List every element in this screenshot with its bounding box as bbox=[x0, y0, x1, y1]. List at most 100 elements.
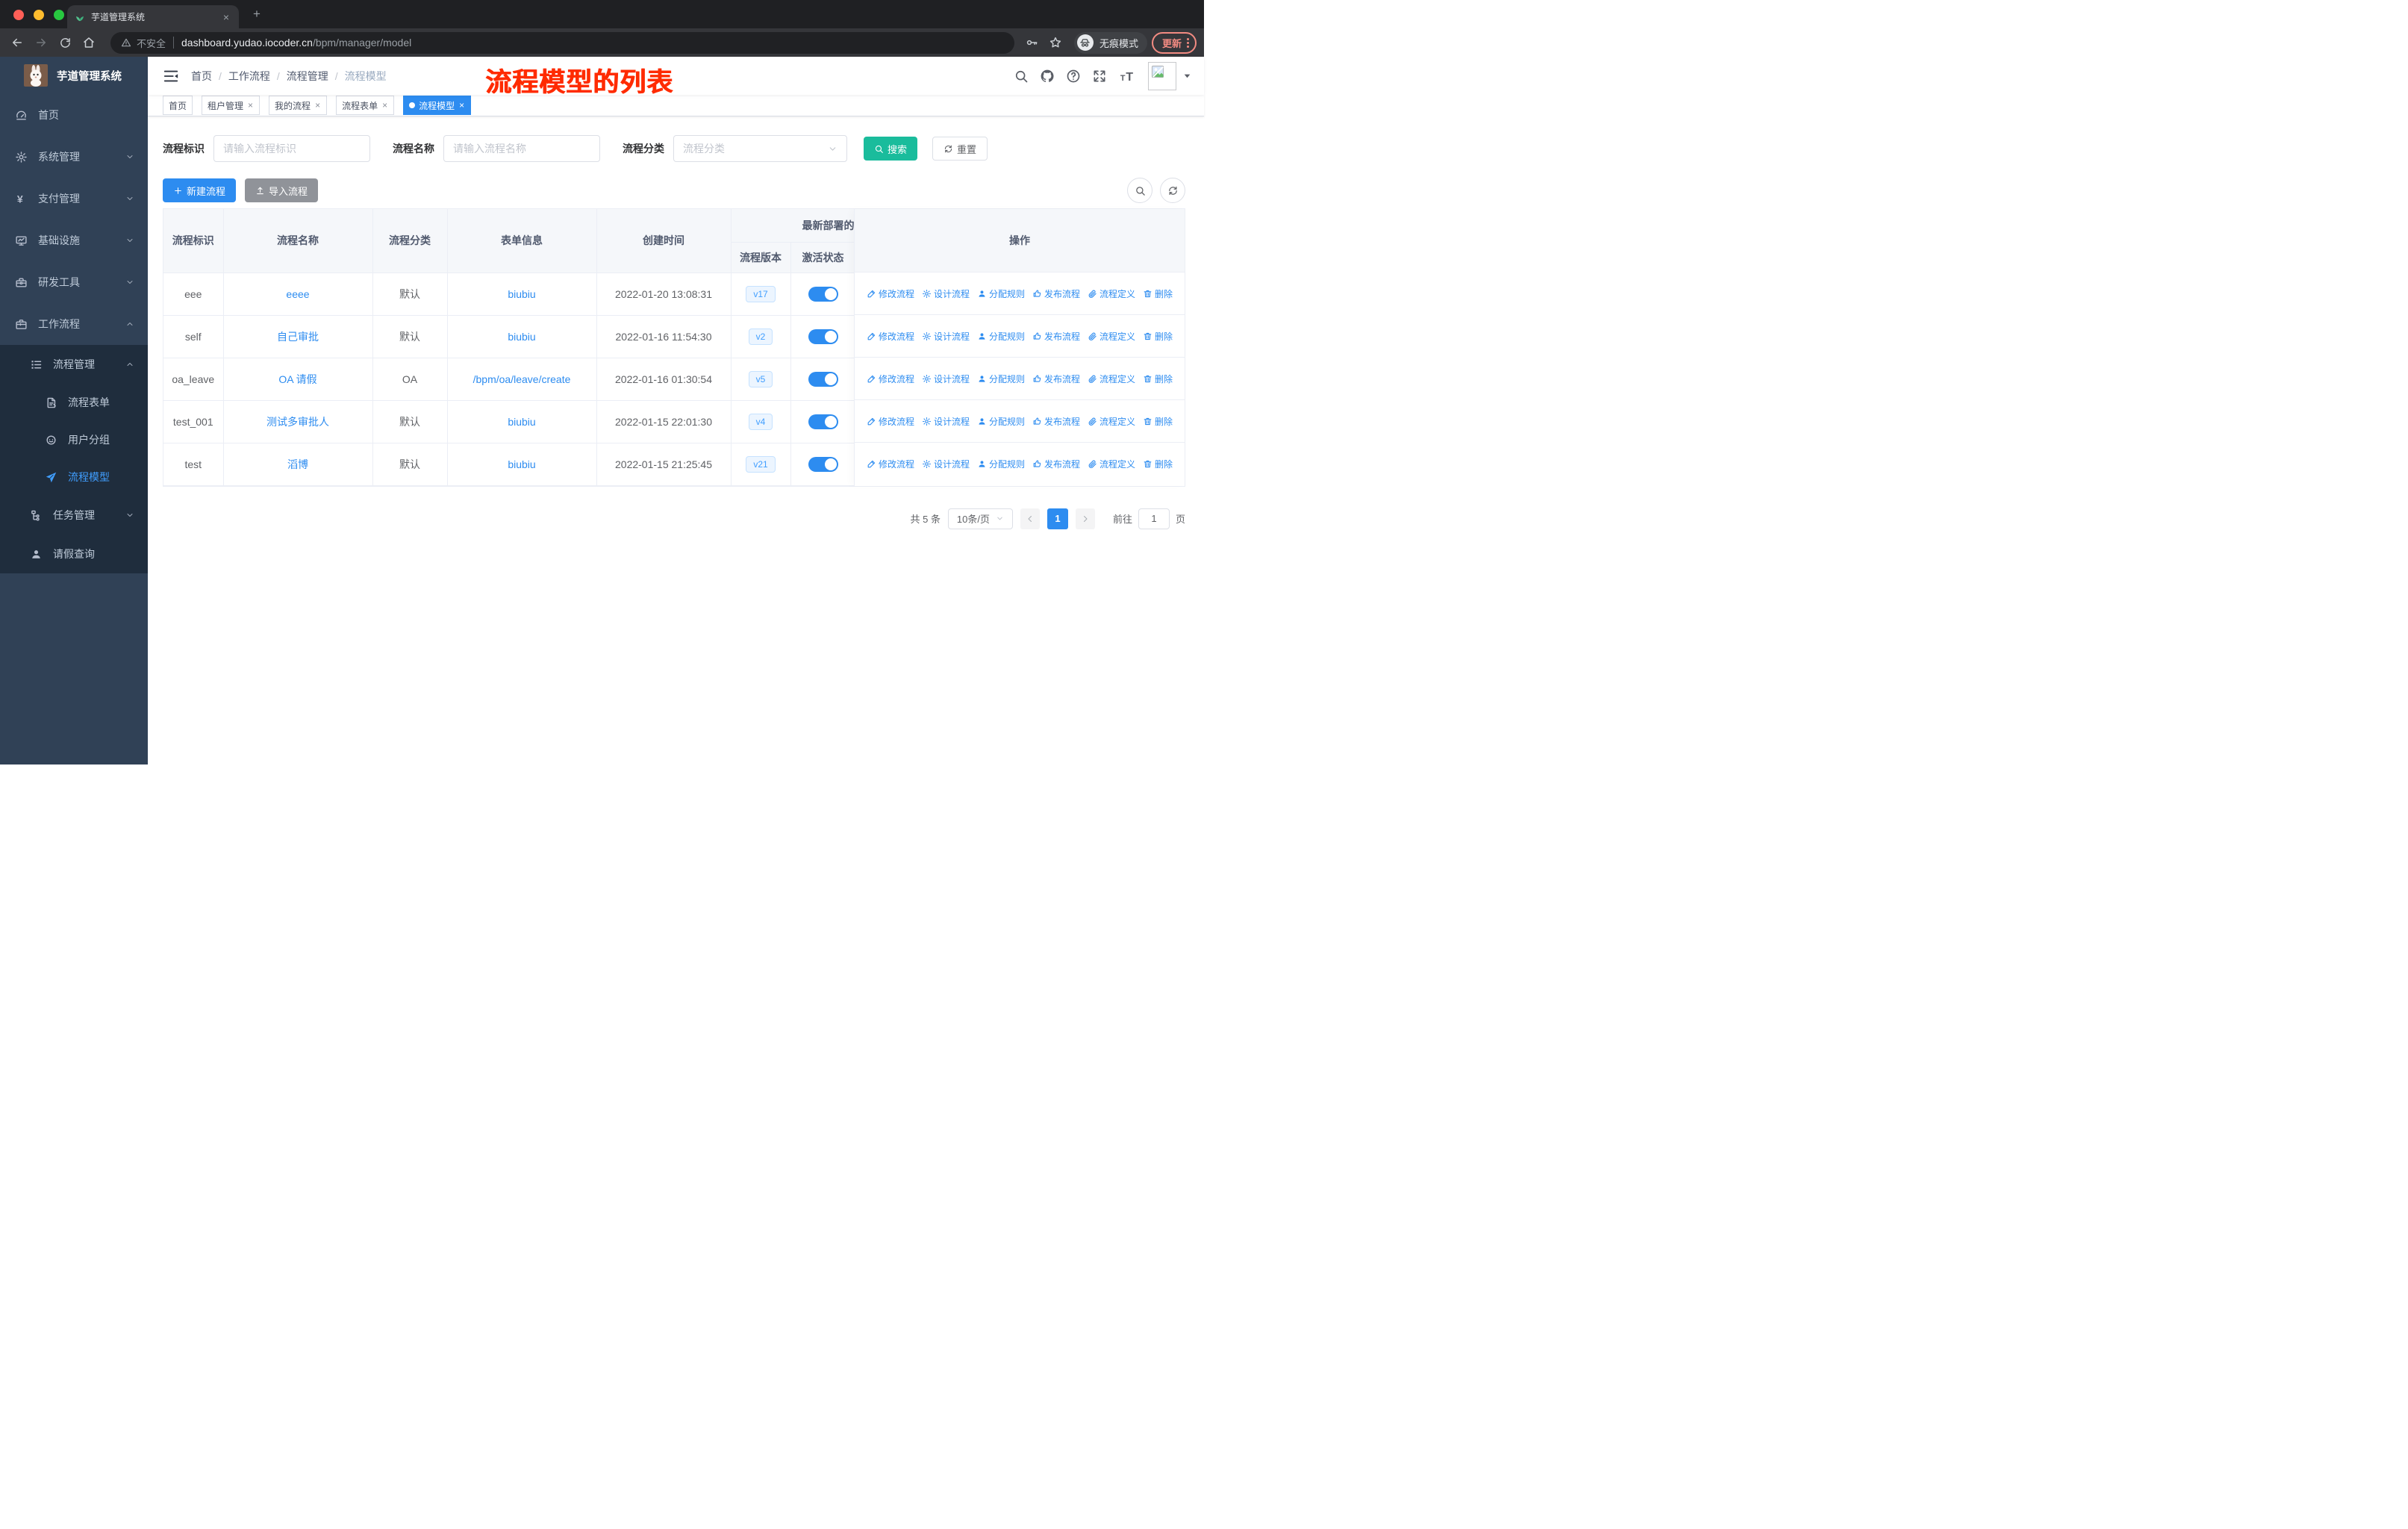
version-badge[interactable]: v21 bbox=[746, 455, 776, 473]
tag-close-icon[interactable]: × bbox=[247, 100, 254, 110]
process-definition-link[interactable]: 流程定义 bbox=[1088, 287, 1135, 300]
prev-page-button[interactable] bbox=[1020, 508, 1040, 529]
edit-process-link[interactable]: 修改流程 bbox=[867, 415, 914, 428]
publish-process-link[interactable]: 发布流程 bbox=[1032, 330, 1080, 343]
tag-tenant[interactable]: 租户管理 × bbox=[202, 96, 261, 115]
publish-process-link[interactable]: 发布流程 bbox=[1032, 287, 1080, 300]
next-page-button[interactable] bbox=[1075, 508, 1095, 529]
breadcrumb-process-mgmt[interactable]: 流程管理 bbox=[287, 69, 328, 84]
active-toggle[interactable] bbox=[808, 456, 838, 472]
process-name-link[interactable]: eeee bbox=[286, 288, 309, 300]
avatar[interactable] bbox=[1148, 61, 1176, 90]
goto-page-input[interactable] bbox=[1138, 508, 1170, 529]
publish-process-link[interactable]: 发布流程 bbox=[1032, 415, 1080, 428]
edit-process-link[interactable]: 修改流程 bbox=[867, 330, 914, 343]
sidebar-item-infra[interactable]: 基础设施 bbox=[0, 219, 148, 261]
assign-rule-link[interactable]: 分配规则 bbox=[977, 330, 1025, 343]
sidebar-item-process-mgmt[interactable]: 流程管理 bbox=[0, 345, 148, 384]
tag-my-process[interactable]: 我的流程 × bbox=[269, 96, 328, 115]
tag-close-icon[interactable]: × bbox=[381, 100, 388, 110]
sidebar-item-system[interactable]: 系统管理 bbox=[0, 136, 148, 178]
process-id-input[interactable] bbox=[213, 135, 370, 162]
process-name-link[interactable]: 滔博 bbox=[287, 458, 308, 470]
delete-link[interactable]: 删除 bbox=[1143, 330, 1173, 343]
search-button[interactable]: 搜索 bbox=[864, 137, 918, 161]
edit-process-link[interactable]: 修改流程 bbox=[867, 458, 914, 470]
sidebar-item-process-model[interactable]: 流程模型 bbox=[0, 458, 148, 496]
sidebar-logo[interactable]: 芋道管理系统 bbox=[0, 57, 148, 94]
forward-button[interactable] bbox=[31, 33, 51, 52]
form-info-link[interactable]: /bpm/oa/leave/create bbox=[473, 373, 571, 385]
window-controls[interactable] bbox=[13, 10, 64, 20]
publish-process-link[interactable]: 发布流程 bbox=[1032, 373, 1080, 385]
tag-close-icon[interactable]: × bbox=[458, 100, 465, 110]
tag-process-form[interactable]: 流程表单 × bbox=[336, 96, 395, 115]
design-process-link[interactable]: 设计流程 bbox=[922, 373, 970, 385]
tab-close-icon[interactable]: × bbox=[221, 11, 231, 23]
tag-close-icon[interactable]: × bbox=[314, 100, 321, 110]
process-name-input[interactable] bbox=[443, 135, 600, 162]
window-minimize-button[interactable] bbox=[34, 10, 44, 20]
sidebar-item-devtools[interactable]: 研发工具 bbox=[0, 261, 148, 303]
import-process-button[interactable]: 导入流程 bbox=[245, 178, 319, 202]
process-name-link[interactable]: 测试多审批人 bbox=[266, 416, 329, 428]
current-page-button[interactable]: 1 bbox=[1047, 508, 1068, 529]
version-badge[interactable]: v4 bbox=[748, 413, 773, 430]
active-toggle[interactable] bbox=[808, 371, 838, 387]
tag-process-model[interactable]: 流程模型 × bbox=[403, 96, 472, 115]
design-process-link[interactable]: 设计流程 bbox=[922, 415, 970, 428]
window-close-button[interactable] bbox=[13, 10, 24, 20]
sidebar-item-workflow[interactable]: 工作流程 bbox=[0, 303, 148, 345]
delete-link[interactable]: 删除 bbox=[1143, 458, 1173, 470]
form-info-link[interactable]: biubiu bbox=[508, 288, 535, 300]
version-badge[interactable]: v5 bbox=[748, 370, 773, 387]
help-icon[interactable] bbox=[1066, 69, 1081, 84]
sidebar-collapse-icon[interactable] bbox=[163, 68, 179, 84]
create-process-button[interactable]: 新建流程 bbox=[163, 178, 237, 202]
reload-button[interactable] bbox=[55, 33, 75, 52]
design-process-link[interactable]: 设计流程 bbox=[922, 458, 970, 470]
design-process-link[interactable]: 设计流程 bbox=[922, 287, 970, 300]
new-tab-button[interactable]: + bbox=[248, 6, 266, 24]
assign-rule-link[interactable]: 分配规则 bbox=[977, 458, 1025, 470]
back-button[interactable] bbox=[7, 33, 27, 52]
toggle-search-button[interactable] bbox=[1127, 178, 1152, 203]
delete-link[interactable]: 删除 bbox=[1143, 415, 1173, 428]
edit-process-link[interactable]: 修改流程 bbox=[867, 373, 914, 385]
version-badge[interactable]: v17 bbox=[746, 285, 776, 302]
search-icon[interactable] bbox=[1014, 69, 1029, 84]
process-definition-link[interactable]: 流程定义 bbox=[1088, 415, 1135, 428]
address-bar[interactable]: 不安全 dashboard.yudao.iocoder.cn /bpm/mana… bbox=[110, 31, 1014, 54]
process-definition-link[interactable]: 流程定义 bbox=[1088, 458, 1135, 470]
assign-rule-link[interactable]: 分配规则 bbox=[977, 373, 1025, 385]
active-toggle[interactable] bbox=[808, 414, 838, 429]
browser-tab[interactable]: 芋道管理系统 × bbox=[67, 5, 239, 28]
process-category-select[interactable]: 流程分类 bbox=[673, 135, 847, 162]
home-button[interactable] bbox=[79, 33, 99, 52]
chrome-update-button[interactable]: 更新 bbox=[1151, 31, 1197, 54]
delete-link[interactable]: 删除 bbox=[1143, 287, 1173, 300]
bookmark-star-icon[interactable] bbox=[1046, 33, 1065, 52]
assign-rule-link[interactable]: 分配规则 bbox=[977, 415, 1025, 428]
form-info-link[interactable]: biubiu bbox=[508, 331, 535, 343]
form-info-link[interactable]: biubiu bbox=[508, 416, 535, 428]
passwords-key-icon[interactable] bbox=[1022, 33, 1041, 52]
sidebar-item-process-form[interactable]: 流程表单 bbox=[0, 384, 148, 421]
active-toggle[interactable] bbox=[808, 328, 838, 344]
tag-home[interactable]: 首页 bbox=[163, 96, 193, 115]
fullscreen-icon[interactable] bbox=[1092, 69, 1107, 84]
sidebar-item-leave-query[interactable]: 请假查询 bbox=[0, 535, 148, 573]
version-badge[interactable]: v2 bbox=[748, 328, 773, 345]
sidebar-item-payment[interactable]: 支付管理 bbox=[0, 178, 148, 219]
page-size-select[interactable]: 10条/页 bbox=[947, 508, 1013, 529]
process-definition-link[interactable]: 流程定义 bbox=[1088, 373, 1135, 385]
design-process-link[interactable]: 设计流程 bbox=[922, 330, 970, 343]
reset-button[interactable]: 重置 bbox=[932, 137, 988, 161]
publish-process-link[interactable]: 发布流程 bbox=[1032, 458, 1080, 470]
process-name-link[interactable]: OA 请假 bbox=[278, 373, 316, 385]
active-toggle[interactable] bbox=[808, 286, 838, 302]
browser-menu-icon[interactable] bbox=[1187, 37, 1189, 48]
delete-link[interactable]: 删除 bbox=[1143, 373, 1173, 385]
process-name-link[interactable]: 自己审批 bbox=[277, 331, 319, 343]
breadcrumb-workflow[interactable]: 工作流程 bbox=[228, 69, 270, 84]
